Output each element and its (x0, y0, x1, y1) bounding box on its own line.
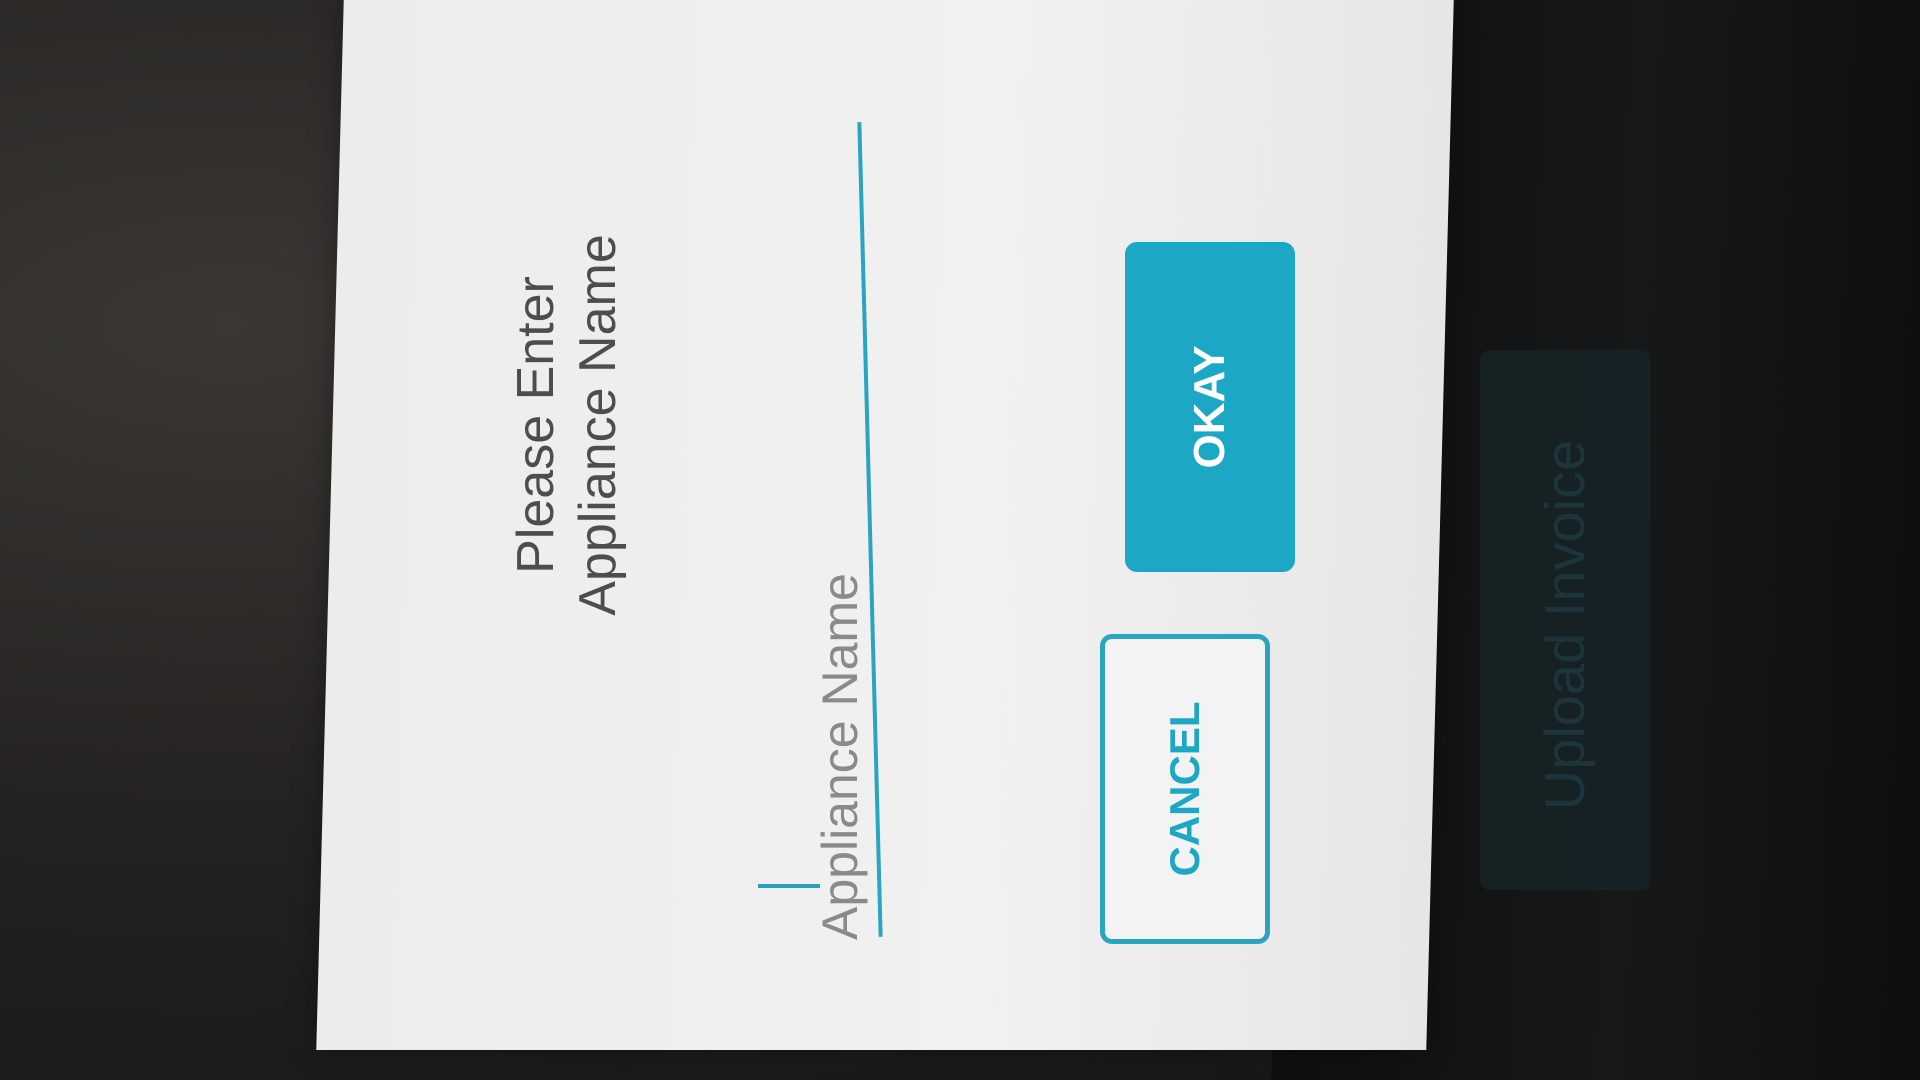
text-cursor (758, 884, 820, 888)
okay-button[interactable]: OKAY (1125, 242, 1295, 572)
appliance-name-input[interactable]: Appliance Name (810, 480, 870, 940)
dialog-title: Please Enter Appliance Name (507, 234, 627, 616)
upload-invoice-label-behind: Upload Invoice (1533, 439, 1596, 811)
photo-scene: Upload Invoice Or Please Enter Appliance… (0, 0, 1920, 1080)
cancel-button[interactable]: CANCEL (1100, 634, 1270, 944)
